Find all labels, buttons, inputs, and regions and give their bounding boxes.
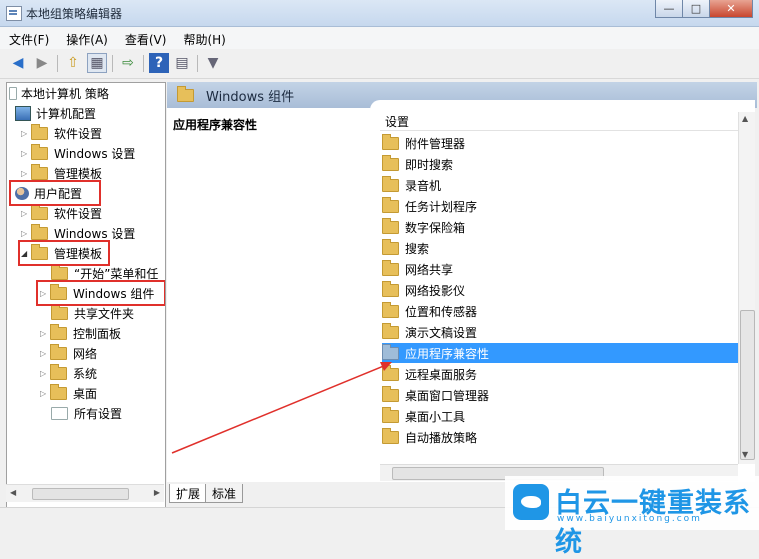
annotation-arrow xyxy=(171,362,392,454)
bird-logo-icon xyxy=(513,484,549,520)
watermark: 白云一键重装系统 www.baiyunxitong.com xyxy=(505,476,759,558)
watermark-url: www.baiyunxitong.com xyxy=(557,514,702,524)
